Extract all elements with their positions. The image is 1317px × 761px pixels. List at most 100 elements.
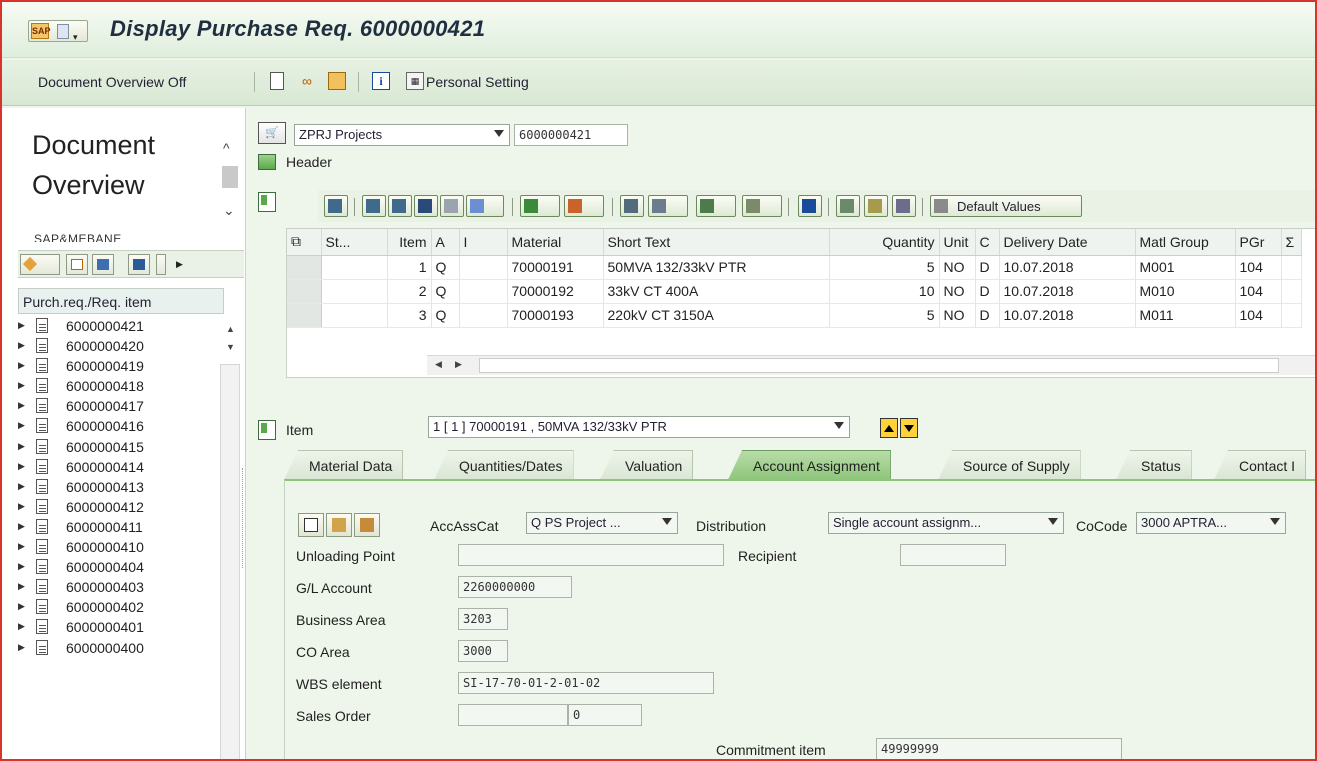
row-selector[interactable] — [287, 255, 322, 280]
selection-variant-button[interactable] — [20, 254, 60, 275]
copy-icon[interactable] — [328, 72, 346, 90]
tree-item[interactable]: ▶ 6000000419 — [18, 356, 224, 376]
column-header[interactable]: St... — [321, 229, 388, 256]
tree-item[interactable]: ▶ 6000000400 — [18, 638, 224, 658]
tree-item[interactable]: ▶ 6000000420 — [18, 336, 224, 356]
expand-triangle-icon[interactable]: ▶ — [18, 461, 25, 472]
expand-triangle-icon[interactable]: ▶ — [18, 320, 25, 331]
find-next-button[interactable] — [440, 195, 464, 217]
wbs-element-field[interactable]: SI-17-70-01-2-01-02 — [458, 672, 714, 694]
tab-source-of-supply[interactable]: Source of Supply — [938, 450, 1081, 480]
scroll-thumb[interactable] — [479, 358, 1279, 373]
tree-item[interactable]: ▶ 6000000413 — [18, 477, 224, 497]
total-button[interactable] — [520, 195, 560, 217]
expand-triangle-icon[interactable]: ▶ — [18, 521, 25, 532]
document-number-field[interactable]: 6000000421 — [514, 124, 628, 146]
tree-item[interactable]: ▶ 6000000401 — [18, 617, 224, 637]
business-area-field[interactable]: 3203 — [458, 608, 508, 630]
panel-splitter[interactable] — [242, 468, 244, 568]
info-icon[interactable]: i — [372, 72, 390, 90]
tree-item[interactable]: ▶ 6000000414 — [18, 457, 224, 477]
grid-horizontal-scrollbar[interactable]: ◀ ▶ — [427, 355, 1315, 375]
tab-valuation[interactable]: Valuation — [600, 450, 694, 480]
expand-triangle-icon[interactable]: ▶ — [18, 561, 25, 572]
tab-status[interactable]: Status — [1116, 450, 1192, 480]
expand-triangle-icon[interactable]: ▶ — [18, 581, 25, 592]
unloading-point-field[interactable] — [458, 544, 724, 566]
table-row[interactable]: 1 Q 70000191 50MVA 132/33kV PTR 5 NO D 10.07.20… — [287, 255, 1302, 280]
window-button[interactable] — [66, 254, 88, 275]
sort-ascending-button[interactable] — [362, 195, 386, 217]
recipient-field[interactable] — [900, 544, 1006, 566]
tree-scrollbar[interactable]: ▲ ▼ — [220, 324, 240, 759]
co-area-field[interactable]: 3000 — [458, 640, 508, 662]
column-header[interactable]: Matl Group — [1135, 229, 1236, 256]
table-row[interactable]: 3 Q 70000193 220kV CT 3150A 5 NO D 10.07.2018 M0… — [287, 303, 1302, 328]
export-button[interactable] — [696, 195, 736, 217]
tree-item[interactable]: ▶ 6000000415 — [18, 437, 224, 457]
expand-triangle-icon[interactable]: ▶ — [18, 601, 25, 612]
distribution-select[interactable]: Single account assignm... — [828, 512, 1064, 534]
tab-account-assignment[interactable]: Account Assignment — [728, 450, 891, 480]
tree-item[interactable]: ▶ 6000000403 — [18, 577, 224, 597]
column-header[interactable]: Item — [387, 229, 432, 256]
title-scrollbar[interactable]: ^ ⌄ — [220, 136, 240, 226]
column-header[interactable]: A — [431, 229, 460, 256]
expand-triangle-icon[interactable]: ▶ — [18, 481, 25, 492]
column-header[interactable]: Short Text — [603, 229, 830, 256]
expand-triangle-icon[interactable]: ▶ — [18, 501, 25, 512]
row-selector[interactable] — [287, 303, 322, 328]
next-item-button[interactable] — [900, 418, 918, 438]
column-header[interactable]: I — [459, 229, 508, 256]
header-expand-icon[interactable] — [258, 154, 276, 170]
multiple-account-assignment-button[interactable] — [298, 513, 324, 537]
expand-triangle-icon[interactable]: ▶ — [18, 621, 25, 632]
acc-ass-cat-select[interactable]: Q PS Project ... — [526, 512, 678, 534]
item-collapse-icon[interactable] — [258, 420, 276, 440]
print-button[interactable] — [620, 195, 644, 217]
column-header[interactable]: Quantity — [829, 229, 940, 256]
expand-triangle-icon[interactable]: ▶ — [18, 380, 25, 391]
column-header[interactable]: Unit — [939, 229, 976, 256]
header-label[interactable]: Header — [286, 154, 332, 170]
copy-item-button[interactable] — [836, 195, 860, 217]
scroll-down-icon[interactable]: ▼ — [226, 342, 235, 352]
tab-material-data[interactable]: Material Data — [284, 450, 404, 480]
row-selector[interactable] — [287, 279, 322, 304]
scroll-left-icon[interactable]: ◀ — [435, 359, 442, 370]
hold-button[interactable] — [892, 195, 916, 217]
hold-account-button[interactable] — [354, 513, 380, 537]
personal-setting-button[interactable]: Personal Setting — [426, 74, 529, 90]
tree-item[interactable]: ▶ 6000000404 — [18, 557, 224, 577]
scroll-right-icon[interactable]: ▶ — [455, 359, 462, 370]
column-header[interactable]: C — [975, 229, 1000, 256]
tree-item[interactable]: ▶ 6000000417 — [18, 396, 224, 416]
info-button[interactable] — [798, 195, 822, 217]
chevron-down-icon[interactable]: ⌄ — [223, 202, 235, 219]
display-change-icon[interactable]: ∞ — [298, 72, 316, 90]
expand-triangle-icon[interactable]: ▶ — [18, 541, 25, 552]
details-button[interactable] — [324, 195, 348, 217]
expand-triangle-icon[interactable]: ▶ — [18, 441, 25, 452]
expand-triangle-icon[interactable]: ▶ — [18, 642, 25, 653]
previous-item-button[interactable] — [880, 418, 898, 438]
tab-quantities-dates[interactable]: Quantities/Dates — [434, 450, 574, 480]
tree-item[interactable]: ▶ 6000000411 — [18, 517, 224, 537]
subtotal-button[interactable] — [564, 195, 604, 217]
release-strategy-button[interactable] — [864, 195, 888, 217]
default-values-button[interactable]: Default Values — [930, 195, 1082, 217]
scroll-right-icon[interactable]: ▶ — [176, 259, 183, 270]
tab-contact-i[interactable]: Contact I — [1214, 450, 1307, 480]
tree-item[interactable]: ▶ 6000000421 — [18, 316, 224, 336]
document-overview-off-button[interactable]: Document Overview Off — [38, 74, 186, 90]
table-row[interactable]: 2 Q 70000192 33kV CT 400A 10 NO D 10.07.2018 M01… — [287, 279, 1302, 304]
views-button[interactable] — [648, 195, 688, 217]
filter-button[interactable] — [466, 195, 504, 217]
expand-triangle-icon[interactable]: ▶ — [18, 360, 25, 371]
chevron-up-icon[interactable]: ^ — [223, 140, 230, 156]
scroll-track[interactable] — [220, 364, 240, 759]
expand-triangle-icon[interactable]: ▶ — [18, 400, 25, 411]
column-header[interactable]: PGr — [1235, 229, 1282, 256]
sales-order-item-field[interactable]: 0 — [568, 704, 642, 726]
gl-account-field[interactable]: 2260000000 — [458, 576, 572, 598]
